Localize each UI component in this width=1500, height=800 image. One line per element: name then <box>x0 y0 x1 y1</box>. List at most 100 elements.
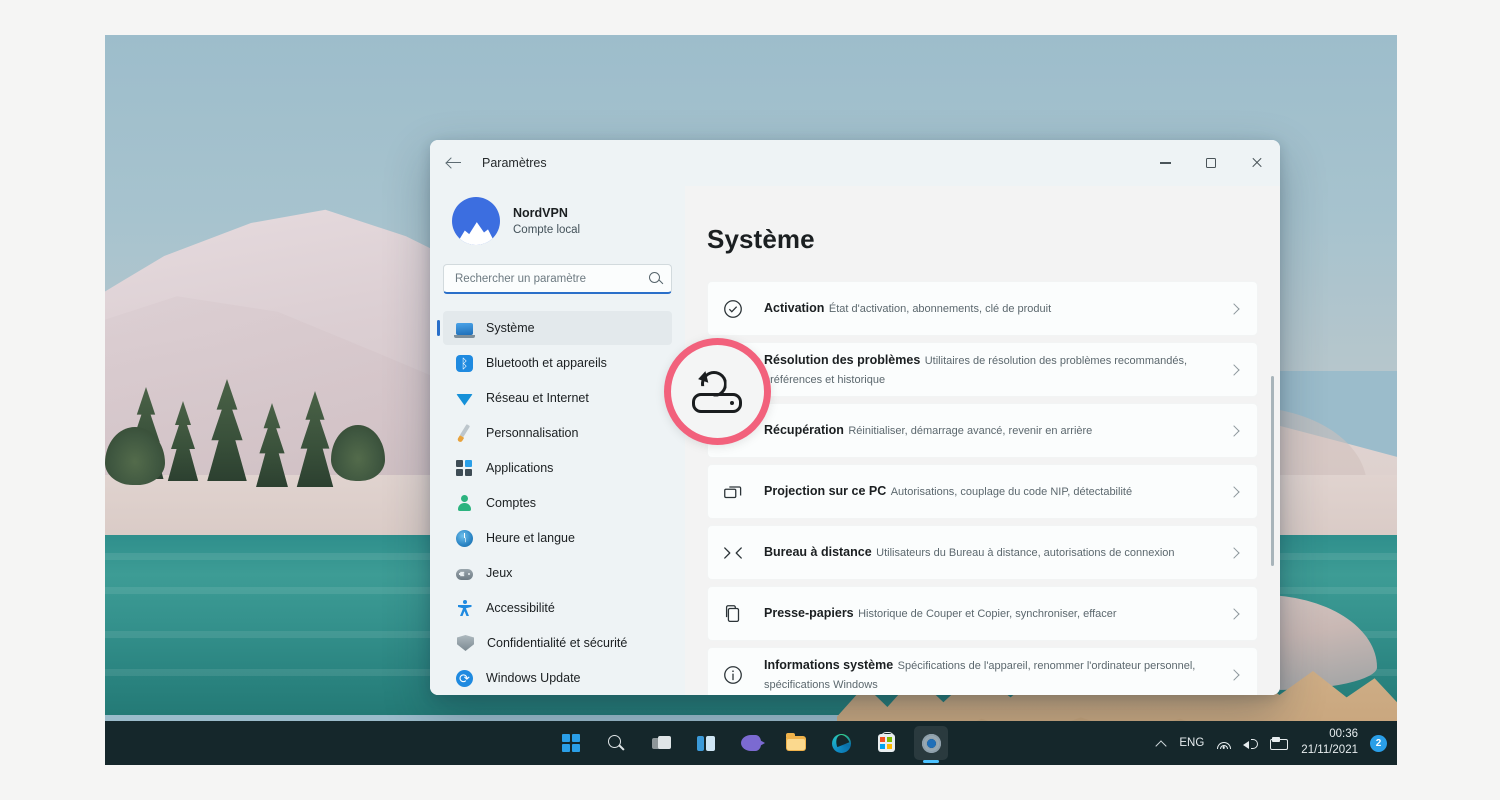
teams-button[interactable] <box>734 726 768 760</box>
card-title: Récupération <box>764 423 844 438</box>
edge-button[interactable] <box>824 726 858 760</box>
sidebar-item-reseau[interactable]: Réseau et Internet <box>443 381 672 415</box>
settings-window: Paramètres NordVPN Compte local Recherch… <box>430 140 1280 695</box>
card-subtitle: Autorisations, couplage du code NIP, dét… <box>890 486 1133 499</box>
paintbrush-icon <box>456 425 473 442</box>
recovery-drive-icon <box>690 369 746 415</box>
search-button[interactable] <box>599 726 633 760</box>
card-text: Activation État d'activation, abonnement… <box>764 299 1227 318</box>
accessibility-icon <box>456 599 473 617</box>
store-button[interactable] <box>869 726 903 760</box>
sidebar-item-heure-langue[interactable]: Heure et langue <box>443 521 672 555</box>
notification-badge[interactable]: 2 <box>1370 734 1387 752</box>
sidebar-item-windows-update[interactable]: Windows Update <box>443 661 672 695</box>
minimize-icon <box>1159 162 1171 164</box>
laptop-icon <box>454 323 475 338</box>
settings-card-activation[interactable]: Activation État d'activation, abonnement… <box>707 281 1258 336</box>
content-scrollbar[interactable] <box>1271 258 1274 688</box>
close-button[interactable] <box>1234 140 1280 186</box>
system-tray: ENG 00:36 21/11/2021 2 <box>1156 727 1387 758</box>
card-title: Bureau à distance <box>764 545 872 560</box>
card-text: Résolution des problèmes Utilitaires de … <box>764 351 1227 388</box>
sidebar-item-accessibilite[interactable]: Accessibilité <box>443 591 672 625</box>
settings-card-list: Activation État d'activation, abonnement… <box>707 281 1258 695</box>
chevron-right-icon <box>1227 363 1241 377</box>
settings-card-informations-systeme[interactable]: Informations système Spécifications de l… <box>707 647 1258 695</box>
person-icon <box>456 494 473 512</box>
settings-button[interactable] <box>914 726 948 760</box>
card-title: Résolution des problèmes <box>764 353 921 367</box>
apps-grid-icon <box>456 459 473 477</box>
card-subtitle: État d'activation, abonnements, clé de p… <box>828 303 1052 316</box>
file-explorer-button[interactable] <box>779 726 813 760</box>
minimize-button[interactable] <box>1142 140 1188 186</box>
settings-card-presse-papiers[interactable]: Presse-papiers Historique de Couper et C… <box>707 586 1258 641</box>
battery-icon[interactable] <box>1270 737 1289 750</box>
sidebar-item-label: Applications <box>486 461 554 475</box>
search-icon <box>607 734 625 752</box>
sidebar-item-jeux[interactable]: Jeux <box>443 556 672 590</box>
search-input[interactable] <box>443 264 672 294</box>
settings-card-recuperation[interactable]: Récupération Réinitialiser, démarrage av… <box>707 403 1258 458</box>
language-indicator[interactable]: ENG <box>1179 737 1204 749</box>
card-subtitle: Historique de Couper et Copier, synchron… <box>858 608 1117 621</box>
chevron-right-icon <box>1227 424 1241 438</box>
update-refresh-icon <box>456 669 473 687</box>
sidebar-item-systeme[interactable]: Système <box>437 311 672 345</box>
settings-card-resolution-des-problemes[interactable]: Résolution des problèmes Utilitaires de … <box>707 342 1258 397</box>
shield-icon <box>457 635 474 651</box>
window-body: NordVPN Compte local Système Bluet <box>430 186 1280 695</box>
widgets-icon <box>697 735 715 751</box>
folder-icon <box>786 732 806 751</box>
sidebar-item-label: Réseau et Internet <box>486 391 589 405</box>
screens-icon <box>722 481 748 503</box>
chevron-right-icon <box>1227 546 1241 560</box>
settings-card-bureau-a-distance[interactable]: Bureau à distance Utilisateurs du Bureau… <box>707 525 1258 580</box>
window-titlebar: Paramètres <box>430 140 1280 186</box>
chevron-up-icon[interactable] <box>1156 738 1167 749</box>
nordvpn-mountain-avatar <box>452 197 500 245</box>
back-button[interactable] <box>439 148 469 178</box>
maximize-icon <box>1206 158 1216 168</box>
wifi-icon[interactable] <box>1216 737 1231 749</box>
settings-card-projection-sur-ce-pc[interactable]: Projection sur ce PC Autorisations, coup… <box>707 464 1258 519</box>
account-type: Compte local <box>513 223 581 236</box>
widgets-button[interactable] <box>689 726 723 760</box>
scrollbar-thumb[interactable] <box>1271 376 1274 566</box>
maximize-button[interactable] <box>1188 140 1234 186</box>
sidebar-nav: Système Bluetooth et appareils Réseau et… <box>437 311 672 695</box>
magnifier-highlight <box>664 338 771 445</box>
desktop: Paramètres NordVPN Compte local Recherch… <box>105 35 1397 765</box>
start-button[interactable] <box>554 726 588 760</box>
edge-browser-icon <box>831 733 851 753</box>
clock[interactable]: 00:36 21/11/2021 <box>1301 727 1358 758</box>
card-text: Récupération Réinitialiser, démarrage av… <box>764 421 1227 440</box>
account-block[interactable]: NordVPN Compte local <box>443 186 672 251</box>
window-controls <box>1142 140 1280 186</box>
task-view-button[interactable] <box>644 726 678 760</box>
sidebar-item-bluetooth[interactable]: Bluetooth et appareils <box>443 346 672 380</box>
card-subtitle: Réinitialiser, démarrage avancé, revenir… <box>848 425 1093 438</box>
search-box <box>443 264 672 294</box>
card-text: Presse-papiers Historique de Couper et C… <box>764 604 1227 623</box>
remote-desktop-icon <box>722 542 748 564</box>
sidebar-item-label: Heure et langue <box>486 531 575 545</box>
sidebar-item-applications[interactable]: Applications <box>443 451 672 485</box>
chevron-right-icon <box>1227 607 1241 621</box>
card-subtitle: Utilisateurs du Bureau à distance, autor… <box>876 547 1175 560</box>
info-circle-icon <box>722 664 748 686</box>
main-content: Système Activation État d'activation, ab… <box>685 186 1280 695</box>
sidebar-item-comptes[interactable]: Comptes <box>443 486 672 520</box>
account-text: NordVPN Compte local <box>513 204 580 239</box>
sidebar-item-label: Confidentialité et sécurité <box>487 636 628 650</box>
sidebar-item-label: Accessibilité <box>486 601 555 615</box>
card-title: Projection sur ce PC <box>764 484 887 499</box>
clipboard-icon <box>722 603 748 625</box>
speaker-icon[interactable] <box>1243 737 1259 750</box>
sidebar-item-label: Jeux <box>486 566 513 580</box>
search-icon[interactable] <box>649 272 663 286</box>
sidebar-item-personnalisation[interactable]: Personnalisation <box>443 416 672 450</box>
sidebar-item-confidentialite[interactable]: Confidentialité et sécurité <box>443 626 672 660</box>
card-title: Informations système <box>764 658 894 672</box>
sidebar: NordVPN Compte local Système Bluet <box>430 186 685 695</box>
